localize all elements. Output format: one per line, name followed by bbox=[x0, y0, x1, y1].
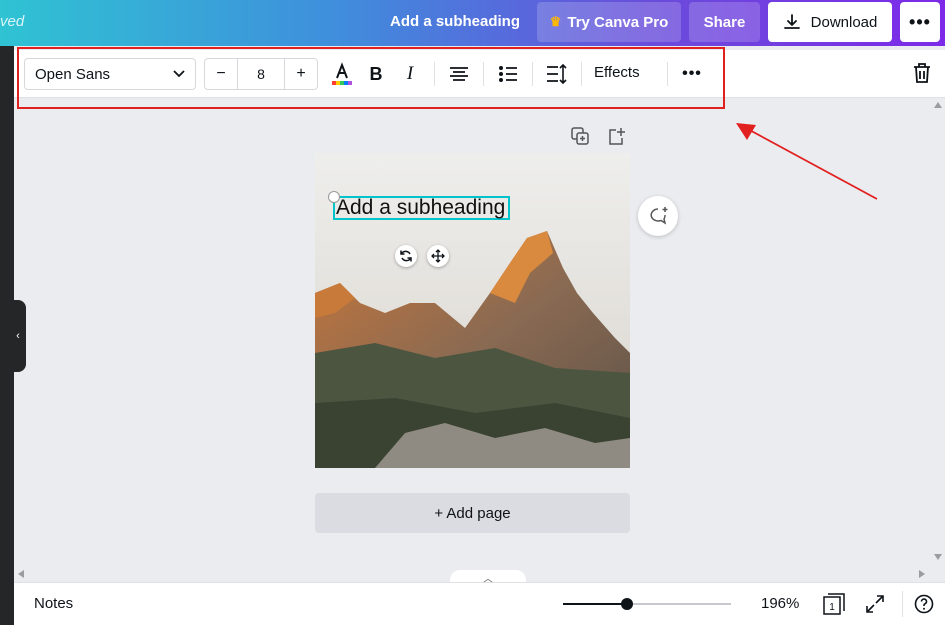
share-button[interactable]: Share bbox=[689, 2, 760, 42]
download-label: Download bbox=[810, 13, 878, 31]
page-count-button[interactable]: 1 bbox=[822, 592, 846, 616]
duplicate-page-icon[interactable] bbox=[571, 127, 589, 145]
annotation-highlight-box bbox=[17, 47, 725, 109]
try-canva-pro-button[interactable]: ♛ Try Canva Pro bbox=[537, 2, 681, 42]
zoom-slider-handle[interactable] bbox=[620, 598, 633, 610]
add-page-icon[interactable] bbox=[607, 127, 625, 145]
delete-button[interactable] bbox=[912, 62, 936, 86]
crown-icon: ♛ bbox=[549, 14, 562, 29]
trash-icon bbox=[914, 63, 930, 83]
footer-bar: Notes 196% 1 bbox=[14, 582, 945, 625]
chevron-left-icon: ‹ bbox=[16, 330, 20, 342]
footer-divider bbox=[902, 591, 903, 617]
top-bar: ved Add a subheading ♛ Try Canva Pro Sha… bbox=[0, 0, 945, 46]
design-page[interactable]: Add a subheading bbox=[315, 153, 630, 468]
rotate-button[interactable] bbox=[395, 245, 417, 267]
download-button[interactable]: Download bbox=[768, 2, 892, 42]
resize-handle[interactable] bbox=[328, 191, 340, 203]
scroll-right-icon bbox=[919, 570, 925, 578]
vertical-scrollbar[interactable] bbox=[931, 98, 945, 568]
notes-button[interactable]: Notes bbox=[34, 595, 73, 612]
move-icon bbox=[431, 249, 445, 263]
selected-text-element[interactable]: Add a subheading bbox=[333, 196, 510, 220]
try-canva-pro-label: Try Canva Pro bbox=[567, 13, 669, 31]
scroll-up-icon bbox=[934, 102, 942, 108]
pages-icon: 1 bbox=[823, 593, 845, 615]
expand-icon bbox=[866, 595, 884, 613]
add-comment-button[interactable] bbox=[638, 196, 678, 236]
help-button[interactable] bbox=[912, 592, 936, 616]
zoom-level[interactable]: 196% bbox=[761, 595, 799, 612]
document-title[interactable]: Add a subheading bbox=[390, 13, 520, 30]
download-icon bbox=[783, 14, 800, 29]
fullscreen-button[interactable] bbox=[863, 592, 887, 616]
rotate-icon bbox=[400, 250, 412, 262]
move-button[interactable] bbox=[427, 245, 449, 267]
zoom-slider[interactable] bbox=[563, 598, 731, 610]
page-count: 1 bbox=[829, 602, 835, 613]
scroll-down-icon bbox=[934, 554, 942, 560]
add-page-button[interactable]: + Add page bbox=[315, 493, 630, 533]
zoom-slider-fill bbox=[563, 603, 627, 605]
more-options-button[interactable]: ••• bbox=[900, 2, 940, 42]
collapse-panel-button[interactable]: ‹ bbox=[10, 300, 26, 372]
annotation-arrow bbox=[736, 123, 878, 200]
help-icon bbox=[914, 594, 934, 614]
save-status: ved bbox=[0, 13, 25, 30]
scroll-left-icon bbox=[18, 570, 24, 578]
comment-add-icon bbox=[650, 207, 668, 225]
